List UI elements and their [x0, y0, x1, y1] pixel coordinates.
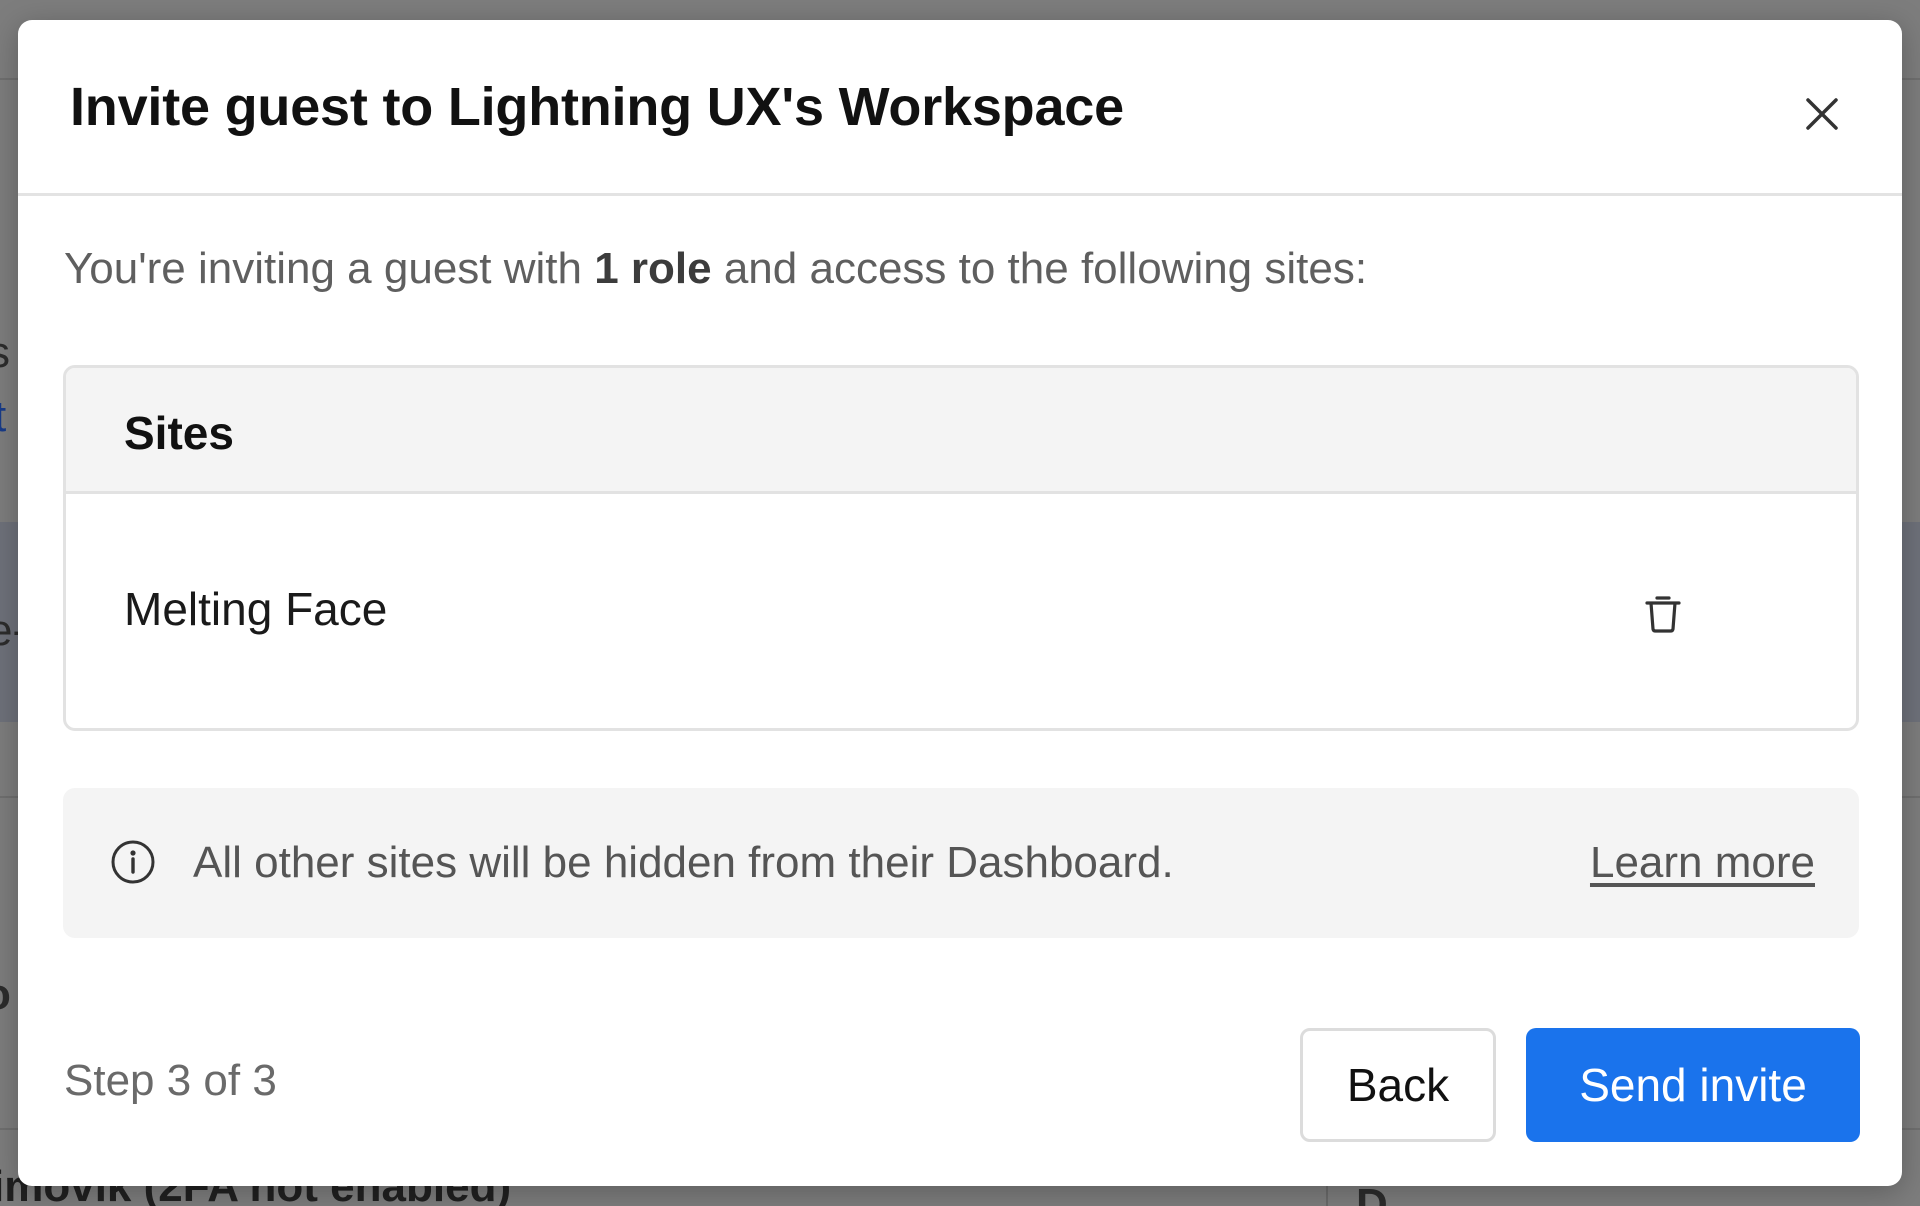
trash-icon: [1645, 596, 1681, 633]
invite-guest-dialog: Invite guest to Lightning UX's Workspace…: [18, 20, 1902, 1186]
dialog-title: Invite guest to Lightning UX's Workspace: [70, 77, 1124, 137]
send-invite-button[interactable]: Send invite: [1526, 1028, 1860, 1142]
back-button[interactable]: Back: [1300, 1028, 1496, 1142]
info-icon: [111, 840, 155, 884]
background-text-fragment: r: [0, 262, 1, 312]
step-indicator: Step 3 of 3: [64, 1056, 277, 1105]
info-banner: All other sites will be hidden from thei…: [63, 788, 1859, 938]
intro-suffix: and access to the following sites:: [711, 244, 1368, 293]
table-row: Melting Face: [66, 494, 1856, 728]
info-text: All other sites will be hidden from thei…: [193, 838, 1174, 887]
learn-more-link[interactable]: Learn more: [1590, 838, 1815, 888]
close-icon: [1806, 98, 1838, 130]
sites-table-header: Sites: [66, 368, 1856, 494]
close-button[interactable]: [1792, 84, 1852, 144]
background-text-fragment: s: [0, 328, 10, 378]
sites-column-header: Sites: [124, 407, 234, 459]
sites-table: Sites Melting Face: [63, 365, 1859, 731]
remove-site-button[interactable]: [1628, 578, 1698, 648]
intro-prefix: You're inviting a guest with: [64, 244, 595, 293]
role-count: 1 role: [594, 244, 712, 293]
background-link-fragment: t: [0, 392, 7, 441]
background-text-fragment: o: [0, 970, 11, 1020]
intro-text: You're inviting a guest with 1 role and …: [64, 244, 1367, 294]
site-name: Melting Face: [124, 583, 388, 635]
dialog-header: Invite guest to Lightning UX's Workspace: [18, 20, 1902, 196]
